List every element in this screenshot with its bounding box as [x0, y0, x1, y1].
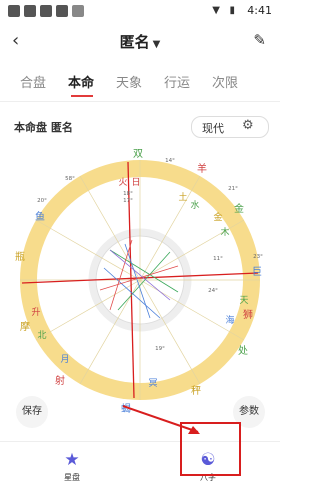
- planet-label: 火: [118, 177, 127, 188]
- degree-label: 14°: [165, 158, 175, 164]
- notification-icon: [56, 5, 68, 17]
- highlight-box: [180, 422, 241, 476]
- nav-label: 星盘: [64, 473, 80, 482]
- star-icon: ★: [64, 450, 80, 470]
- sign-label: 射: [55, 375, 65, 387]
- tab-xingyun[interactable]: 行运: [164, 72, 190, 91]
- tab-tianxiang[interactable]: 天象: [116, 72, 142, 91]
- degree-label: 18°: [123, 191, 133, 197]
- sign-label: 双: [133, 148, 143, 160]
- astrology-wheel[interactable]: 双 羊 金 巨 狮 处 秤 蝎 射 摩 瓶 鱼 火 日 土 木 金 冥 海 天 …: [0, 140, 280, 422]
- mode-label: 现代: [202, 122, 224, 135]
- tab-benming[interactable]: 本命: [68, 72, 94, 91]
- notification-icon: [8, 5, 20, 17]
- sign-label: 摩: [20, 320, 30, 333]
- chart-header: 本命盘 匿名: [14, 119, 73, 135]
- degree-label: 20°: [37, 198, 47, 204]
- chart-person-name: 匿名: [50, 121, 73, 134]
- planet-label: 升: [31, 307, 40, 318]
- divider: [0, 101, 280, 102]
- edit-icon[interactable]: ✎: [253, 31, 266, 49]
- battery-icon: ▮: [229, 5, 235, 16]
- sign-label: 巨: [252, 266, 262, 278]
- tab-cixian[interactable]: 次限: [212, 72, 238, 91]
- wifi-icon: ▼: [212, 5, 220, 16]
- sign-label: 处: [238, 345, 248, 357]
- degree-label: 24°: [208, 288, 218, 294]
- degree-label: 21°: [228, 186, 238, 192]
- a-icon: [72, 5, 84, 17]
- planet-label: 木: [220, 226, 229, 238]
- planet-label: 冥: [148, 378, 157, 389]
- chart-type-label: 本命盘: [14, 121, 47, 134]
- planet-label: 土: [178, 191, 187, 203]
- sign-label: 狮: [243, 308, 253, 321]
- tab-active-indicator: [71, 95, 93, 97]
- chevron-down-icon: ▼: [152, 39, 161, 50]
- sign-label: 瓶: [15, 250, 25, 263]
- status-bar: ▼ ▮ 4:41: [0, 0, 280, 22]
- sign-label: 金: [234, 202, 244, 215]
- degree-label: 23°: [253, 254, 263, 260]
- planet-label: 月: [60, 354, 69, 365]
- save-button[interactable]: 保存: [16, 396, 48, 428]
- planet-label: 北: [37, 330, 46, 341]
- degree-label: 11°: [213, 256, 223, 262]
- nav-xingpan[interactable]: ★ 星盘: [42, 450, 102, 483]
- planet-label: 金: [213, 211, 222, 223]
- notification-icon: [40, 5, 52, 17]
- degree-label: 19°: [155, 346, 165, 352]
- sign-label: 羊: [197, 162, 207, 175]
- title-text: 匿名: [119, 33, 150, 51]
- header: ‹ 匿名 ▼ ✎: [0, 28, 280, 56]
- degree-label: 58°: [65, 176, 75, 182]
- sign-label: 鱼: [35, 210, 45, 223]
- sign-label: 蝎: [121, 403, 131, 415]
- notification-icon: [24, 5, 36, 17]
- sign-label: 秤: [191, 385, 201, 397]
- planet-label: 天: [239, 296, 248, 306]
- planet-label: 海: [225, 314, 234, 326]
- mode-selector[interactable]: 现代 ⚙: [191, 116, 269, 138]
- gear-icon[interactable]: ⚙: [242, 118, 254, 133]
- tab-hepan[interactable]: 合盘: [20, 72, 46, 91]
- tab-bar: 合盘 本命 天象 行运 次限: [0, 70, 280, 100]
- page-title[interactable]: 匿名 ▼: [0, 31, 280, 52]
- degree-label: 17°: [123, 198, 133, 204]
- planet-label: 日: [131, 177, 140, 188]
- status-time: 4:41: [247, 4, 272, 17]
- planet-label: 水: [190, 199, 199, 211]
